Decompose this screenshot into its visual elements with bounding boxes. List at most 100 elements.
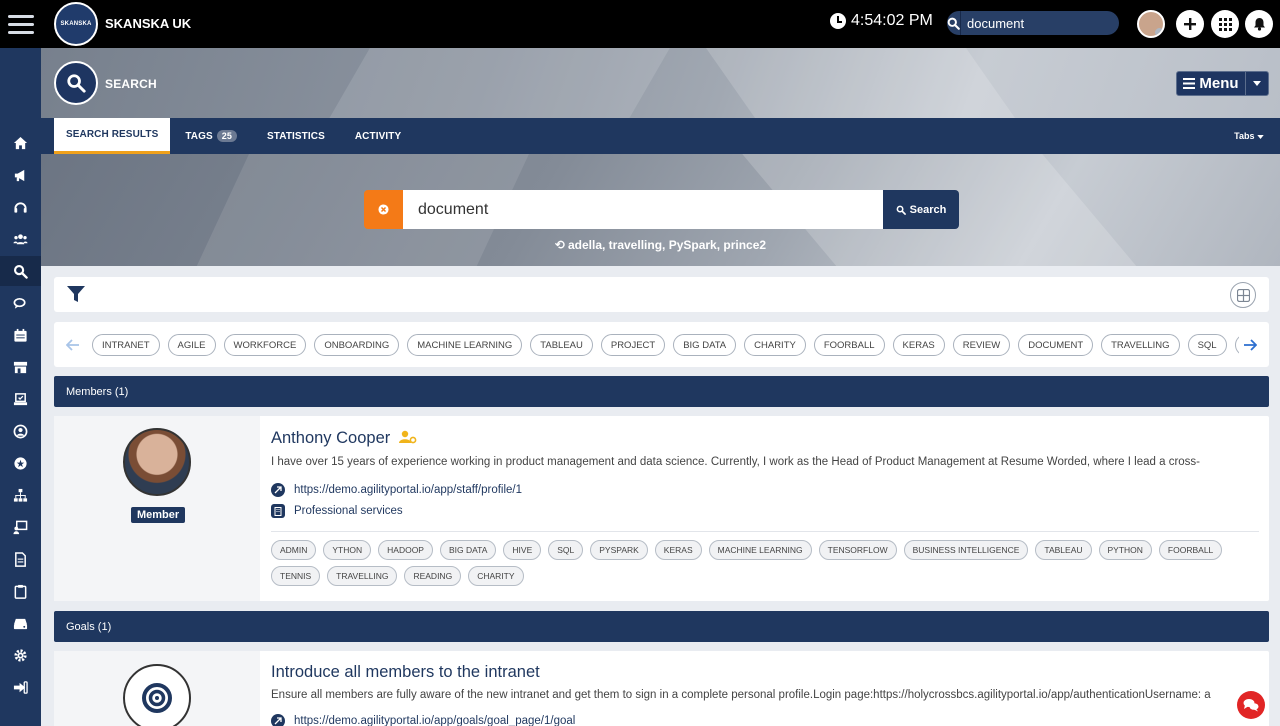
member-tag-chip[interactable]: SQL [548, 540, 584, 560]
menu-button[interactable]: Menu [1176, 71, 1269, 96]
member-tag-chip[interactable]: TENSORFLOW [818, 540, 897, 560]
tag-chip[interactable]: TRAVELLING [1101, 334, 1180, 356]
filter-icon[interactable] [67, 286, 85, 308]
tag-chip[interactable]: PROJECT [600, 334, 666, 356]
goals-section-header: Goals (1) [54, 611, 1269, 642]
tag-chip[interactable]: ONBOARDING [314, 334, 400, 356]
member-role-badge: Member [131, 507, 186, 523]
calendar-icon[interactable] [0, 320, 41, 350]
goal-title[interactable]: Introduce all members to the intranet [271, 663, 540, 682]
member-tag-chip[interactable]: TENNIS [271, 566, 321, 586]
member-tag-chip[interactable]: BIG DATA [439, 540, 497, 560]
headset-icon[interactable] [0, 192, 41, 222]
goal-url[interactable]: https://demo.agilityportal.io/app/goals/… [294, 715, 575, 726]
tab-label: STATISTICS [267, 130, 325, 142]
org-chart-icon[interactable] [0, 480, 41, 510]
hard-drive-icon[interactable] [0, 608, 41, 638]
chevron-down-icon[interactable] [1246, 81, 1268, 86]
tab-tags[interactable]: TAGS 25 [170, 118, 252, 154]
tag-chip[interactable]: INTRANET [92, 334, 160, 356]
megaphone-icon[interactable] [0, 160, 41, 190]
members-heading: Members (1) [66, 385, 129, 398]
member-tag-chip[interactable]: TABLEAU [1035, 540, 1092, 560]
presentation-icon[interactable] [0, 512, 41, 542]
member-tag-chip[interactable]: PYSPARK [590, 540, 648, 560]
logo-text: SKANSKA [60, 21, 92, 27]
tab-search-results[interactable]: SEARCH RESULTS [54, 118, 171, 154]
member-avatar[interactable] [123, 428, 191, 496]
member-tag-chip[interactable]: HIVE [503, 540, 542, 560]
page-title: SEARCH [105, 77, 157, 91]
member-tag-chip[interactable]: BUSINESS INTELLIGENCE [903, 540, 1029, 560]
hamburger-menu-icon[interactable] [0, 0, 41, 48]
member-tag-chip[interactable]: FOORBALL [1158, 540, 1223, 560]
tag-chip[interactable]: DOCUMENT [1018, 334, 1094, 356]
member-profile-link[interactable]: https://demo.agilityportal.io/app/staff/… [271, 483, 522, 497]
goal-card-left [54, 651, 260, 726]
tag-chip[interactable]: CHARITY [744, 334, 806, 356]
clock-time: 4:54:02 PM [851, 12, 933, 29]
tag-chip[interactable]: REVIEW [952, 334, 1011, 356]
store-icon[interactable] [0, 352, 41, 382]
member-tag-chip[interactable]: KERAS [654, 540, 702, 560]
tab-statistics[interactable]: STATISTICS [252, 118, 340, 154]
chat-bubble-icon[interactable] [1237, 691, 1265, 719]
brand-name: SKANSKA UK [105, 16, 192, 31]
search-nav-icon[interactable] [0, 256, 41, 286]
goal-link[interactable]: https://demo.agilityportal.io/app/goals/… [271, 714, 575, 726]
close-circle-icon [378, 204, 389, 215]
apps-grid-icon[interactable] [1211, 10, 1239, 38]
member-card-left: Member [54, 416, 260, 601]
badge-icon[interactable] [0, 448, 41, 478]
arrow-left-icon[interactable] [64, 336, 82, 354]
member-tag-chip[interactable]: TRAVELLING [327, 566, 398, 586]
tab-activity[interactable]: ACTIVITY [340, 118, 416, 154]
tag-chip[interactable]: KERAS [892, 334, 945, 356]
search-icon[interactable] [947, 17, 960, 30]
user-avatar[interactable] [1137, 10, 1165, 38]
member-tag-chip[interactable]: HADOOP [378, 540, 433, 560]
notifications-bell-icon[interactable] [1245, 10, 1273, 38]
member-tag-chip[interactable]: READING [404, 566, 462, 586]
inbox-icon[interactable] [0, 384, 41, 414]
tag-chip[interactable]: FOORBALL [813, 334, 885, 356]
settings-gear-icon[interactable] [0, 640, 41, 670]
clear-search-button[interactable] [364, 190, 403, 229]
menu-button-label: Menu [1199, 75, 1239, 92]
search-button[interactable]: Search [883, 190, 959, 229]
member-tag-chip[interactable]: ADMIN [271, 540, 317, 560]
grid-view-icon[interactable] [1230, 282, 1256, 308]
tag-chip[interactable]: TEM [1234, 334, 1239, 356]
tag-chip[interactable]: MACHINE LEARNING [407, 334, 523, 356]
tabs-dropdown[interactable]: Tabs [1234, 131, 1264, 141]
search-input[interactable] [403, 190, 883, 229]
tag-chip[interactable]: AGILE [167, 334, 216, 356]
member-tag-chip[interactable]: YTHON [323, 540, 372, 560]
menu-button-label-wrap[interactable]: Menu [1177, 72, 1246, 95]
user-circle-icon[interactable] [0, 416, 41, 446]
target-icon [123, 664, 191, 726]
company-logo[interactable]: SKANSKA [54, 2, 98, 46]
tag-chip[interactable]: SQL [1187, 334, 1227, 356]
page-search-icon [54, 61, 98, 105]
tag-chip[interactable]: WORKFORCE [223, 334, 307, 356]
add-icon[interactable] [1176, 10, 1204, 38]
member-name[interactable]: Anthony Cooper [271, 429, 390, 447]
tag-chip[interactable]: BIG DATA [673, 334, 737, 356]
members-section-header: Members (1) [54, 376, 1269, 407]
home-icon[interactable] [0, 128, 41, 158]
member-profile-url[interactable]: https://demo.agilityportal.io/app/staff/… [294, 484, 522, 496]
member-tag-chip[interactable]: MACHINE LEARNING [708, 540, 812, 560]
clipboard-icon[interactable] [0, 576, 41, 606]
tags-count-badge: 25 [216, 130, 237, 142]
global-search-input[interactable] [960, 11, 1143, 35]
chat-icon[interactable] [0, 288, 41, 318]
arrow-right-icon[interactable] [1241, 336, 1259, 354]
recent-searches-text[interactable]: adella, travelling, PySpark, prince2 [568, 238, 766, 252]
tag-chip[interactable]: TABLEAU [530, 334, 593, 356]
member-tag-chip[interactable]: CHARITY [468, 566, 524, 586]
document-icon[interactable] [0, 544, 41, 574]
tag-list: INTRANET AGILE WORKFORCE ONBOARDING MACHINE … [92, 334, 1239, 356]
member-tag-chip[interactable]: PYTHON [1098, 540, 1152, 560]
logout-icon[interactable] [0, 672, 41, 702]
